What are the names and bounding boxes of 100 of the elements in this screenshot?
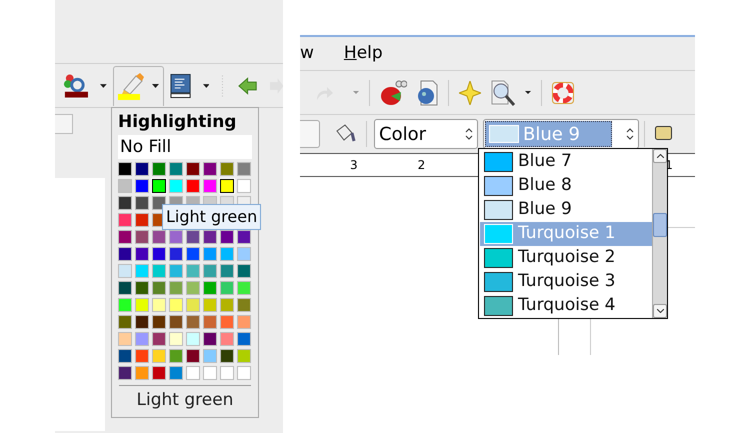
color-swatch[interactable] <box>220 366 234 380</box>
color-swatch[interactable] <box>135 349 149 363</box>
color-swatch[interactable] <box>169 281 183 295</box>
color-swatch[interactable] <box>118 281 132 295</box>
color-swatch[interactable] <box>152 315 166 329</box>
color-swatch[interactable] <box>203 332 217 346</box>
scrollbar[interactable] <box>652 149 667 318</box>
color-option[interactable]: Turquoise 2 <box>480 246 652 270</box>
color-swatch[interactable] <box>135 281 149 295</box>
color-swatch[interactable] <box>169 366 183 380</box>
color-swatch[interactable] <box>237 281 251 295</box>
color-swatch[interactable] <box>118 264 132 278</box>
color-swatch[interactable] <box>118 247 132 261</box>
color-swatch[interactable] <box>186 332 200 346</box>
color-option[interactable]: Turquoise 3 <box>480 270 652 294</box>
color-swatch[interactable] <box>203 315 217 329</box>
color-swatch[interactable] <box>186 298 200 312</box>
zoom-icon[interactable] <box>491 80 515 106</box>
color-swatch[interactable] <box>169 315 183 329</box>
color-swatch[interactable] <box>152 332 166 346</box>
no-fill-option[interactable]: No Fill <box>118 135 252 159</box>
color-swatch[interactable] <box>152 179 166 193</box>
color-swatch[interactable] <box>169 179 183 193</box>
color-swatch[interactable] <box>203 179 217 193</box>
color-swatch[interactable] <box>186 247 200 261</box>
input-field[interactable] <box>300 120 320 148</box>
caret-icon[interactable] <box>525 91 531 94</box>
color-swatch[interactable] <box>118 366 132 380</box>
color-swatch[interactable] <box>152 162 166 176</box>
color-swatch[interactable] <box>186 366 200 380</box>
color-swatch[interactable] <box>118 298 132 312</box>
color-swatch[interactable] <box>152 264 166 278</box>
color-swatch[interactable] <box>220 264 234 278</box>
color-swatch[interactable] <box>135 162 149 176</box>
color-swatch[interactable] <box>203 298 217 312</box>
color-swatch[interactable] <box>186 315 200 329</box>
color-swatch[interactable] <box>203 247 217 261</box>
color-swatch[interactable] <box>169 247 183 261</box>
color-swatch[interactable] <box>186 264 200 278</box>
color-swatch[interactable] <box>203 162 217 176</box>
color-swatch[interactable] <box>186 281 200 295</box>
color-swatch[interactable] <box>186 162 200 176</box>
color-swatch[interactable] <box>169 162 183 176</box>
pie-chart-icon[interactable] <box>380 80 407 106</box>
color-option[interactable]: Blue 9 <box>480 198 652 222</box>
color-swatch[interactable] <box>118 332 132 346</box>
color-swatch[interactable] <box>186 179 200 193</box>
color-swatch[interactable] <box>220 230 234 244</box>
color-swatch[interactable] <box>118 315 132 329</box>
color-swatch[interactable] <box>203 230 217 244</box>
color-swatch[interactable] <box>152 349 166 363</box>
color-swatch[interactable] <box>237 230 251 244</box>
color-swatch[interactable] <box>152 230 166 244</box>
color-swatch[interactable] <box>169 230 183 244</box>
color-swatch[interactable] <box>220 315 234 329</box>
color-swatch[interactable] <box>118 162 132 176</box>
color-swatch[interactable] <box>135 366 149 380</box>
color-swatch[interactable] <box>220 332 234 346</box>
color-swatch[interactable] <box>220 298 234 312</box>
color-square-icon[interactable] <box>655 126 673 142</box>
color-swatch[interactable] <box>237 162 251 176</box>
font-color-icon[interactable] <box>63 72 90 100</box>
left-arrow-icon[interactable] <box>238 76 258 96</box>
color-option[interactable]: Turquoise 4 <box>480 294 652 318</box>
color-swatch[interactable] <box>237 332 251 346</box>
caret-icon[interactable] <box>100 84 107 88</box>
color-swatch[interactable] <box>169 332 183 346</box>
lifebuoy-icon[interactable] <box>552 82 574 104</box>
color-swatch[interactable] <box>237 366 251 380</box>
color-swatch[interactable] <box>237 315 251 329</box>
color-swatch[interactable] <box>118 196 132 210</box>
color-swatch[interactable] <box>186 230 200 244</box>
color-swatch[interactable] <box>135 332 149 346</box>
color-swatch[interactable] <box>152 366 166 380</box>
color-swatch[interactable] <box>135 230 149 244</box>
scroll-down-button[interactable] <box>653 304 667 318</box>
menu-item[interactable]: Help <box>344 40 383 66</box>
caret-icon[interactable] <box>152 84 159 88</box>
caret-icon[interactable] <box>202 84 210 88</box>
color-swatch[interactable] <box>220 247 234 261</box>
color-swatch[interactable] <box>237 298 251 312</box>
color-swatch[interactable] <box>118 349 132 363</box>
color-swatch[interactable] <box>203 264 217 278</box>
color-swatch[interactable] <box>118 230 132 244</box>
color-swatch[interactable] <box>118 213 132 227</box>
color-swatch[interactable] <box>135 315 149 329</box>
color-swatch[interactable] <box>169 349 183 363</box>
color-swatch[interactable] <box>203 366 217 380</box>
color-swatch[interactable] <box>135 196 149 210</box>
color-swatch[interactable] <box>237 179 251 193</box>
color-swatch[interactable] <box>203 281 217 295</box>
color-swatch[interactable] <box>203 349 217 363</box>
color-swatch[interactable] <box>237 247 251 261</box>
color-swatch[interactable] <box>135 179 149 193</box>
color-swatch[interactable] <box>118 179 132 193</box>
color-option[interactable]: Blue 8 <box>480 174 652 198</box>
menu-item[interactable]: w <box>300 40 314 66</box>
color-swatch[interactable] <box>152 298 166 312</box>
color-swatch[interactable] <box>169 264 183 278</box>
color-swatch[interactable] <box>220 349 234 363</box>
